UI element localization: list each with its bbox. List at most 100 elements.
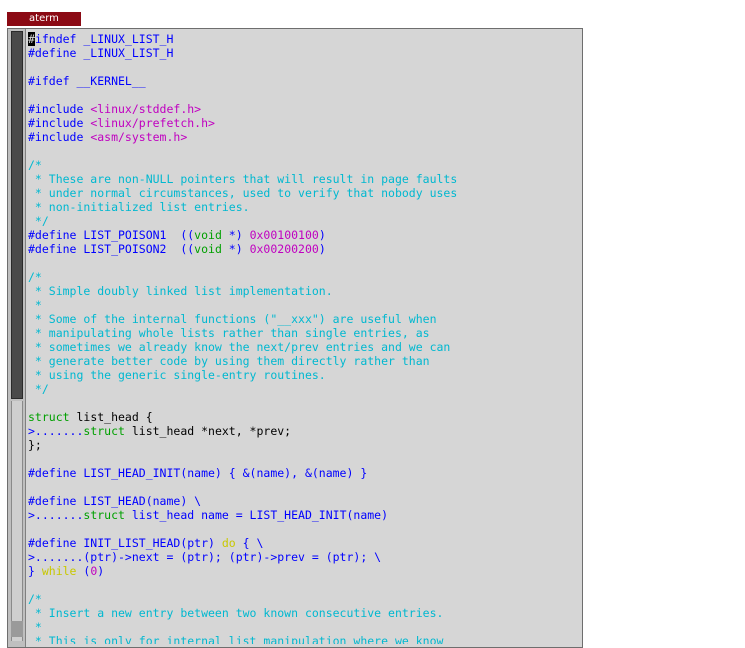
text-cursor: # [28, 32, 35, 46]
code-token: #include [28, 130, 91, 144]
code-line: #define _LINUX_LIST_H [28, 46, 580, 60]
code-line: /* [28, 592, 580, 606]
code-token: #define INIT_LIST_HEAD(ptr) [28, 536, 222, 550]
code-token: >....... [28, 424, 84, 438]
code-line: * Insert a new entry between two known c… [28, 606, 580, 620]
code-token: list_head { [69, 410, 153, 424]
scroll-down-arrow-icon[interactable] [11, 621, 23, 637]
code-token: * This is only for internal list manipul… [28, 634, 444, 644]
code-line: >.......struct list_head name = LIST_HEA… [28, 508, 580, 522]
code-token: 0x00100100 [249, 228, 319, 242]
code-token: */ [28, 214, 49, 228]
code-token: * under normal circumstances, used to ve… [28, 186, 458, 200]
code-token: <linux/prefetch.h> [90, 116, 215, 130]
code-token: #include [28, 102, 91, 116]
window-title: aterm [29, 13, 59, 24]
code-line: }; [28, 438, 580, 452]
code-token: */ [28, 382, 49, 396]
code-line: #define LIST_HEAD(name) \ [28, 494, 580, 508]
code-line: * [28, 620, 580, 634]
code-token: list_head name = LIST_HEAD_INIT(name) [124, 508, 389, 522]
code-token: #define LIST_POISON1 (( [28, 228, 195, 242]
code-token: } [28, 564, 42, 578]
code-line: #include <linux/prefetch.h> [28, 116, 580, 130]
code-token: void [194, 242, 222, 256]
scrollbar[interactable] [8, 29, 26, 647]
code-token: void [194, 228, 222, 242]
code-token: ( [76, 564, 91, 578]
code-token: * manipulating whole lists rather than s… [28, 326, 430, 340]
scrollbar-track[interactable] [11, 401, 23, 641]
code-line: #define LIST_HEAD_INIT(name) { &(name), … [28, 466, 580, 480]
code-line: * [28, 298, 580, 312]
code-token: * sometimes we already know the next/pre… [28, 340, 451, 354]
window-title-tab[interactable]: aterm [7, 12, 81, 26]
code-token: /* [28, 158, 42, 172]
scrollbar-thumb[interactable] [11, 31, 23, 399]
code-token: * [28, 620, 42, 634]
code-token: #include [28, 116, 91, 130]
code-token: #define LIST_HEAD_INIT(name) { &(name), … [28, 466, 368, 480]
code-token: *) [221, 242, 250, 256]
code-line: * These are non-NULL pointers that will … [28, 172, 580, 186]
code-line: #define LIST_POISON1 ((void *) 0x0010010… [28, 228, 580, 242]
code-line: * Some of the internal functions ("__xxx… [28, 312, 580, 326]
code-token: * generate better code by using them dir… [28, 354, 430, 368]
code-line: * manipulating whole lists rather than s… [28, 326, 580, 340]
code-line: */ [28, 214, 580, 228]
code-token: struct [83, 508, 125, 522]
code-token: * [28, 298, 42, 312]
code-token: /* [28, 592, 42, 606]
code-token: 0x00200200 [249, 242, 319, 256]
code-token: * using the generic single-entry routine… [28, 368, 326, 382]
code-token: * These are non-NULL pointers that will … [28, 172, 458, 186]
code-token: >.......(ptr)->next = (ptr); (ptr)->prev… [28, 550, 382, 564]
code-line: >.......struct list_head *next, *prev; [28, 424, 580, 438]
code-token: { \ [235, 536, 264, 550]
code-line: * using the generic single-entry routine… [28, 368, 580, 382]
code-line: * This is only for internal list manipul… [28, 634, 580, 644]
code-token: #ifdef __KERNEL__ [28, 74, 146, 88]
code-line: */ [28, 382, 580, 396]
code-line: * generate better code by using them dir… [28, 354, 580, 368]
code-token: while [41, 564, 77, 578]
code-token: #define _LINUX_LIST_H [28, 46, 174, 60]
code-token: /* [28, 270, 42, 284]
code-token: * Simple doubly linked list implementati… [28, 284, 333, 298]
code-line: } while (0) [28, 564, 580, 578]
code-token: }; [28, 438, 42, 452]
terminal-text-area[interactable]: #ifndef _LINUX_LIST_H #define _LINUX_LIST… [28, 32, 580, 644]
code-token: #ifndef _LINUX_LIST_H [28, 32, 174, 46]
code-line: #ifndef _LINUX_LIST_H [28, 32, 580, 46]
code-token: * Insert a new entry between two known c… [28, 606, 444, 620]
code-token: ) [318, 242, 326, 256]
code-line: #define LIST_POISON2 ((void *) 0x0020020… [28, 242, 580, 256]
code-token: <asm/system.h> [90, 130, 188, 144]
code-line: #define INIT_LIST_HEAD(ptr) do { \ [28, 536, 580, 550]
code-line: #include <linux/stddef.h> [28, 102, 580, 116]
code-token: struct [28, 410, 70, 424]
code-token: #define LIST_HEAD(name) \ [28, 494, 202, 508]
code-token: struct [83, 424, 125, 438]
code-line: * Simple doubly linked list implementati… [28, 284, 580, 298]
code-token: list_head *next, *prev; [124, 424, 292, 438]
code-line: /* [28, 158, 580, 172]
code-token: ) [318, 228, 326, 242]
terminal-window[interactable]: #ifndef _LINUX_LIST_H #define _LINUX_LIST… [7, 28, 583, 648]
code-line: #include <asm/system.h> [28, 130, 580, 144]
code-token: * non-initialized list entries. [28, 200, 250, 214]
code-line: * sometimes we already know the next/pre… [28, 340, 580, 354]
code-token: <linux/stddef.h> [90, 102, 202, 116]
code-token: do [221, 536, 236, 550]
code-token: *) [221, 228, 250, 242]
code-token: ) [97, 564, 105, 578]
code-line: #ifdef __KERNEL__ [28, 74, 580, 88]
